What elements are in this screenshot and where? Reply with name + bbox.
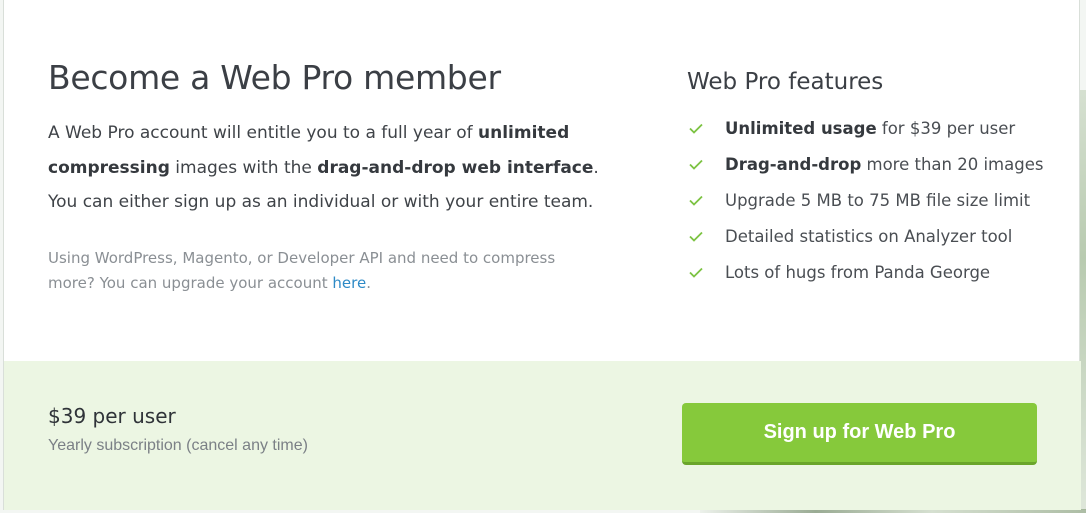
- feature-text: Lots of hugs from Panda George: [725, 263, 990, 282]
- modal-title: Become a Web Pro member: [48, 58, 501, 97]
- web-pro-modal: Become a Web Pro member A Web Pro accoun…: [3, 0, 1081, 510]
- checkmark-icon: [687, 119, 725, 138]
- feature-rest: Lots of hugs from Panda George: [725, 262, 991, 282]
- feature-item: Lots of hugs from Panda George: [687, 254, 1067, 290]
- upgrade-note: Using WordPress, Magento, or Developer A…: [48, 246, 603, 296]
- feature-rest: Upgrade 5 MB to 75 MB file size limit: [725, 190, 1031, 210]
- intro-text-1: A Web Pro account will entitle you to a …: [48, 123, 479, 143]
- feature-text: Upgrade 5 MB to 75 MB file size limit: [725, 191, 1030, 210]
- signup-button[interactable]: Sign up for Web Pro: [682, 403, 1037, 465]
- feature-item: Unlimited usage for $39 per user: [687, 110, 1067, 146]
- checkmark-icon: [687, 191, 725, 210]
- checkmark-icon: [687, 155, 725, 174]
- feature-rest: Detailed statistics on Analyzer tool: [725, 226, 1013, 246]
- membership-description: Become a Web Pro member A Web Pro accoun…: [48, 56, 608, 296]
- upgrade-note-text: Using WordPress, Magento, or Developer A…: [48, 248, 556, 292]
- feature-bold: Drag-and-drop: [725, 154, 862, 174]
- checkmark-icon: [687, 263, 725, 282]
- feature-item: Drag-and-drop more than 20 images: [687, 146, 1067, 182]
- feature-item: Detailed statistics on Analyzer tool: [687, 218, 1067, 254]
- features-title: Web Pro features: [687, 69, 884, 95]
- pricing-footer: $39 per user Yearly subscription (cancel…: [4, 361, 1081, 510]
- feature-list: Unlimited usage for $39 per user Drag-an…: [687, 110, 1067, 290]
- upgrade-note-suffix: .: [366, 273, 371, 292]
- feature-bold: Unlimited usage: [725, 118, 877, 138]
- feature-text: Drag-and-drop more than 20 images: [725, 155, 1043, 174]
- feature-rest: more than 20 images: [861, 154, 1044, 174]
- feature-text: Unlimited usage for $39 per user: [725, 119, 1015, 138]
- intro-paragraph: A Web Pro account will entitle you to a …: [48, 116, 603, 220]
- intro-bold-2: drag-and-drop web interface: [317, 157, 594, 178]
- feature-text: Detailed statistics on Analyzer tool: [725, 227, 1012, 246]
- price-subtitle: Yearly subscription (cancel any time): [48, 437, 308, 454]
- upgrade-here-link[interactable]: here: [332, 274, 366, 292]
- intro-text-2: images with the: [169, 157, 318, 178]
- features-panel: Web Pro features Unlimited usage for $39…: [687, 64, 1067, 290]
- checkmark-icon: [687, 227, 725, 246]
- feature-rest: for $39 per user: [876, 118, 1016, 138]
- feature-item: Upgrade 5 MB to 75 MB file size limit: [687, 182, 1067, 218]
- price-label: $39 per user: [48, 404, 176, 428]
